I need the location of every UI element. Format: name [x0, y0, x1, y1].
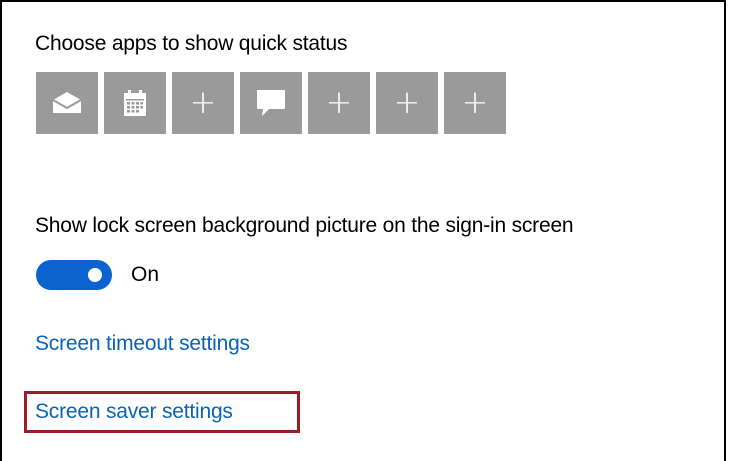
message-icon	[257, 90, 285, 116]
quick-status-tiles: + + + +	[36, 72, 506, 134]
plus-icon: +	[325, 82, 353, 121]
signin-background-heading: Show lock screen background picture on t…	[35, 214, 574, 237]
quick-status-add-tile[interactable]: +	[172, 72, 234, 134]
quick-status-tile-mail[interactable]	[36, 72, 98, 134]
quick-status-add-tile[interactable]: +	[308, 72, 370, 134]
toggle-knob	[88, 268, 102, 282]
screen-saver-settings-link[interactable]: Screen saver settings	[35, 398, 233, 426]
quick-status-tile-messaging[interactable]	[240, 72, 302, 134]
calendar-icon	[124, 90, 146, 116]
quick-status-heading: Choose apps to show quick status	[35, 32, 348, 55]
quick-status-add-tile[interactable]: +	[444, 72, 506, 134]
signin-background-toggle-row: On	[36, 260, 159, 290]
quick-status-tile-calendar[interactable]	[104, 72, 166, 134]
lock-screen-settings-panel: Choose apps to show quick status + + + +…	[0, 0, 726, 461]
mail-icon	[52, 92, 82, 113]
quick-status-add-tile[interactable]: +	[376, 72, 438, 134]
plus-icon: +	[393, 82, 421, 121]
toggle-state-label: On	[131, 263, 160, 286]
plus-icon: +	[189, 82, 217, 121]
screen-timeout-settings-link[interactable]: Screen timeout settings	[35, 330, 250, 358]
signin-background-toggle[interactable]	[36, 260, 112, 290]
plus-icon: +	[461, 82, 489, 121]
